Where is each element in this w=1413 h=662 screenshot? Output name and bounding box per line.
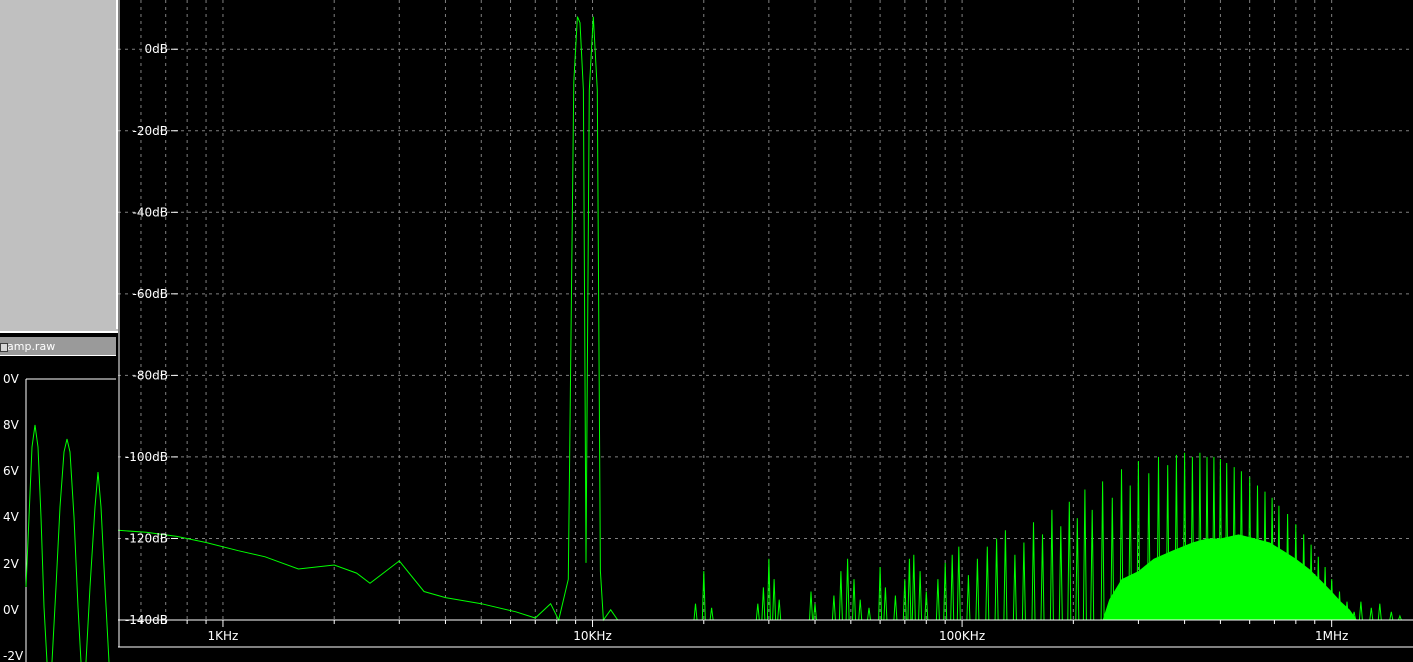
x-tick-label: 1MHz [1315, 629, 1348, 643]
mini-tick-label: 2V [3, 557, 20, 571]
mini-tick-label: 0V [3, 603, 20, 617]
y-tick-label: -120dB [125, 531, 168, 545]
y-tick-label: -40dB [133, 205, 168, 219]
y-tick-label: -100dB [125, 450, 168, 464]
mini-tick-label: 6V [3, 464, 20, 478]
y-tick-label: -140dB [125, 613, 168, 627]
mini-tick-label: -2V [3, 649, 24, 662]
mini-tick-label: 4V [3, 510, 20, 524]
y-tick-label: -20dB [133, 124, 168, 138]
mini-waveform-window[interactable]: amp.raw 0V 8V 6V 4V 2V 0V -2V [0, 331, 118, 662]
mini-waveform-plot[interactable]: 0V 8V 6V 4V 2V 0V -2V [0, 357, 118, 662]
mini-window-title: amp.raw [7, 340, 56, 353]
y-tick-label: -60dB [133, 287, 168, 301]
mini-tick-label: 0V [3, 372, 20, 386]
left-panel: amp.raw 0V 8V 6V 4V 2V 0V -2V [0, 0, 118, 662]
x-tick-label: 10KHz [573, 629, 611, 643]
mini-tick-label: 8V [3, 418, 20, 432]
x-tick-label: 100KHz [939, 629, 985, 643]
y-tick-label: 0dB [145, 42, 168, 56]
fft-plot[interactable]: 0dB -20dB -40dB -60dB -80dB -100dB -120dB -140d… [118, 0, 1413, 660]
window-icon [0, 343, 8, 352]
mini-window-titlebar[interactable]: amp.raw [0, 337, 116, 356]
empty-pane [0, 0, 118, 329]
x-tick-label: 1KHz [208, 629, 239, 643]
y-tick-label: -80dB [133, 368, 168, 382]
